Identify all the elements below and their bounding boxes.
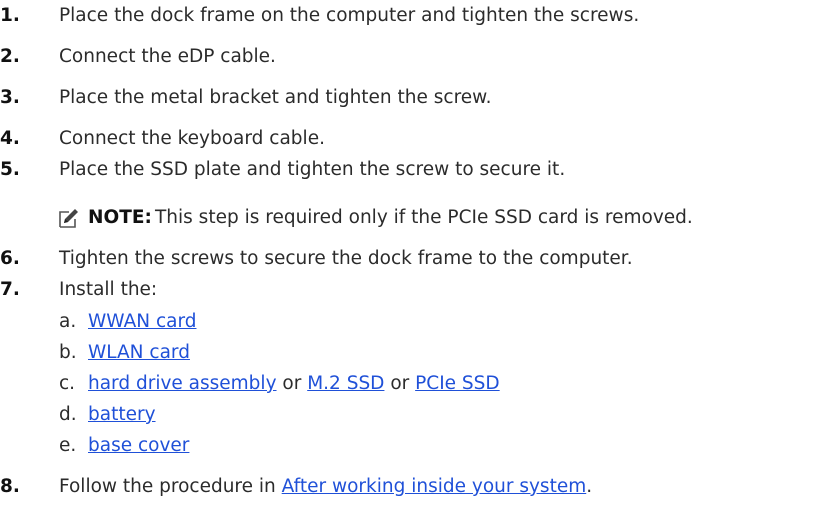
step-text-prefix: Follow the procedure in bbox=[59, 476, 282, 497]
step-number: 6. bbox=[0, 248, 20, 269]
item-letter: c. bbox=[59, 373, 76, 394]
step-text: Follow the procedure in After working in… bbox=[59, 475, 592, 499]
step-text: Place the metal bracket and tighten the … bbox=[59, 87, 492, 108]
or-text: or bbox=[276, 373, 308, 394]
base-cover-link[interactable]: base cover bbox=[88, 435, 189, 456]
step-text-suffix: . bbox=[586, 476, 593, 497]
wlan-card-link[interactable]: WLAN card bbox=[88, 342, 190, 363]
step-text: Connect the eDP cable. bbox=[59, 46, 276, 67]
step-text: Install the: bbox=[59, 279, 158, 300]
hard-drive-assembly-link[interactable]: hard drive assembly bbox=[88, 373, 277, 394]
pcie-ssd-link[interactable]: PCIe SSD bbox=[415, 373, 500, 394]
step-text: Place the dock frame on the computer and… bbox=[59, 5, 640, 26]
procedure-document: 1. Place the dock frame on the computer … bbox=[0, 0, 826, 513]
step-number: 3. bbox=[0, 87, 20, 108]
wwan-card-link[interactable]: WWAN card bbox=[88, 311, 196, 332]
step-text: Tighten the screws to secure the dock fr… bbox=[59, 248, 633, 269]
step-number: 5. bbox=[0, 159, 20, 180]
step-number: 8. bbox=[0, 476, 20, 497]
or-text: or bbox=[384, 373, 416, 394]
step-number: 2. bbox=[0, 46, 20, 67]
item-letter: e. bbox=[59, 435, 77, 456]
battery-link[interactable]: battery bbox=[88, 404, 156, 425]
note-text: This step is required only if the PCIe S… bbox=[155, 207, 693, 228]
item-letter: d. bbox=[59, 404, 77, 425]
after-working-inside-link[interactable]: After working inside your system bbox=[282, 476, 587, 497]
m2-ssd-link[interactable]: M.2 SSD bbox=[307, 373, 384, 394]
step-text: Connect the keyboard cable. bbox=[59, 128, 325, 149]
note-label: NOTE: bbox=[88, 207, 152, 228]
step-number: 1. bbox=[0, 5, 20, 26]
pencil-note-icon bbox=[59, 209, 78, 228]
step-text: Place the SSD plate and tighten the scre… bbox=[59, 159, 566, 180]
item-letter: b. bbox=[59, 342, 77, 363]
step-number: 4. bbox=[0, 128, 20, 149]
step-number: 7. bbox=[0, 279, 20, 300]
item-letter: a. bbox=[59, 311, 77, 332]
